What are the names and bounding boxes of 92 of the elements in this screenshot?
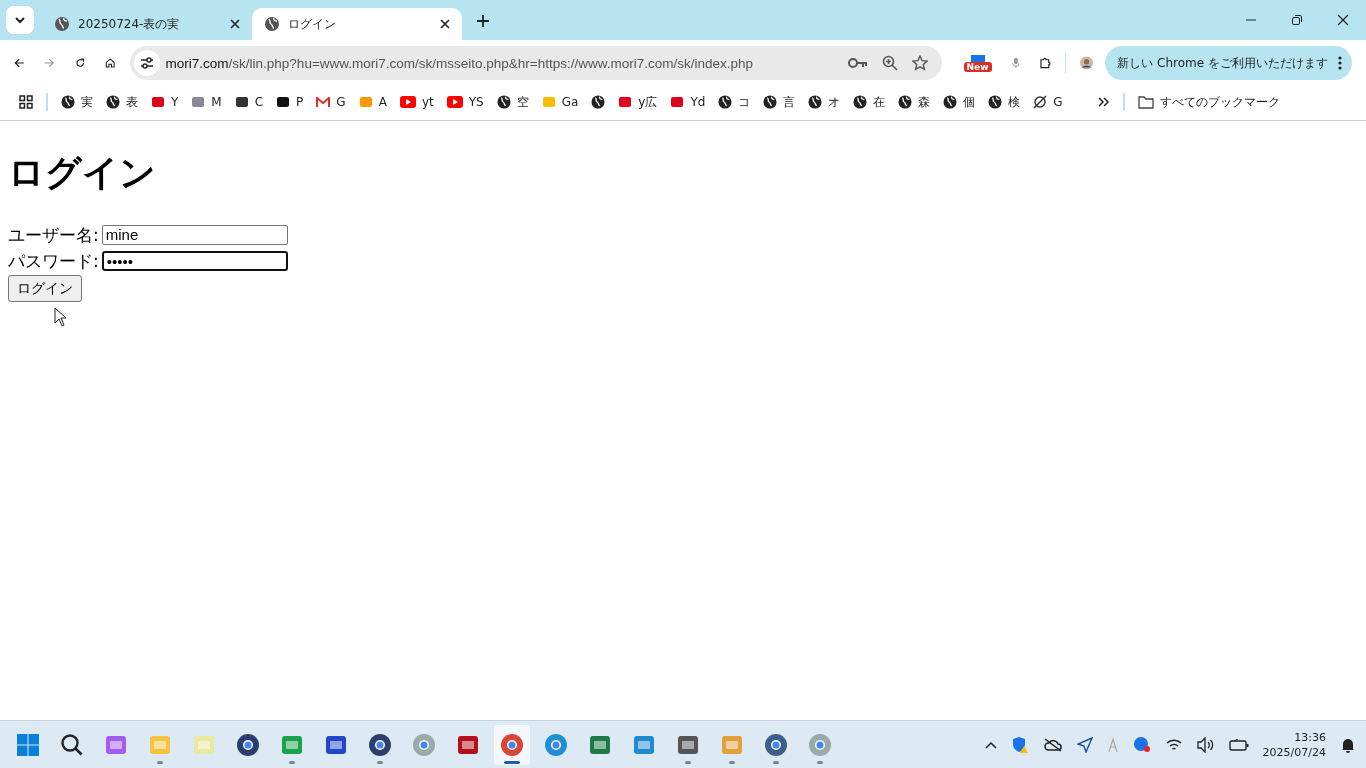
browser-tab[interactable]: 20250724-表の実 bbox=[42, 8, 252, 40]
tab-search-button[interactable] bbox=[6, 6, 34, 34]
globe-icon bbox=[61, 95, 75, 109]
bookmark-item[interactable]: yt bbox=[399, 95, 434, 109]
bookmark-item[interactable]: 言 bbox=[763, 93, 796, 111]
bookmark-item[interactable]: 実 bbox=[61, 93, 93, 111]
bookmark-item[interactable]: C bbox=[234, 95, 264, 109]
clock[interactable]: 13:36 2025/07/24 bbox=[1262, 729, 1326, 760]
new-tab-icon[interactable] bbox=[476, 14, 490, 28]
username-field[interactable]: mine bbox=[101, 225, 288, 246]
url-text: mori7.com/sk/lin.php?hu=www.mori7.com/sk/msseito.php&hr=https://www.mori7.com/sk/index.php bbox=[165, 55, 755, 71]
globe-icon bbox=[106, 95, 120, 109]
bookmark-item[interactable]: Ga bbox=[541, 95, 579, 109]
all-bookmarks-folder[interactable]: すべてのブックマーク bbox=[1137, 93, 1280, 111]
globe-icon bbox=[264, 16, 280, 32]
bookmark-item[interactable]: P bbox=[276, 95, 304, 109]
browser-tab[interactable]: ログイン bbox=[252, 8, 462, 40]
chevron-up-icon[interactable] bbox=[984, 740, 997, 749]
site-info-icon[interactable] bbox=[133, 50, 160, 76]
windows-logo-icon bbox=[16, 732, 40, 757]
cloud-off-icon[interactable] bbox=[1042, 737, 1063, 752]
bookmark-item[interactable]: G bbox=[316, 95, 346, 109]
envelope-icon bbox=[316, 96, 331, 108]
globe-icon bbox=[591, 95, 606, 109]
key-icon[interactable] bbox=[847, 57, 868, 69]
chevrons-icon[interactable] bbox=[1097, 97, 1110, 107]
more-icon[interactable] bbox=[1338, 56, 1342, 70]
bookmark-icon bbox=[358, 95, 373, 109]
globe-icon bbox=[496, 95, 511, 109]
search-icon bbox=[60, 732, 84, 757]
bell-icon[interactable] bbox=[1340, 736, 1356, 753]
bookmark-item[interactable]: y広 bbox=[618, 93, 658, 111]
bookmark-item[interactable]: Y bbox=[151, 95, 179, 109]
extension-button[interactable]: New bbox=[963, 54, 992, 72]
bookmark-item[interactable]: 在 bbox=[853, 93, 886, 111]
password-field[interactable]: ••••• bbox=[101, 251, 288, 272]
globe-icon bbox=[898, 95, 913, 109]
speaker-icon[interactable] bbox=[1196, 736, 1215, 753]
bookmark-item[interactable]: G bbox=[1033, 95, 1063, 109]
bookmark-icon bbox=[191, 95, 206, 109]
login-button[interactable]: ログイン bbox=[8, 275, 82, 303]
bookmark-icon bbox=[151, 95, 165, 109]
new-badge: New bbox=[963, 62, 992, 72]
bookmark-item[interactable]: A bbox=[358, 95, 387, 109]
bookmark-item[interactable] bbox=[591, 95, 606, 109]
update-text: 新しい Chrome をご利用いただけます bbox=[1117, 54, 1328, 72]
bookmark-item[interactable]: オ bbox=[808, 93, 841, 111]
password-label: パスワード: bbox=[8, 249, 99, 273]
bookmark-item[interactable]: 表 bbox=[106, 93, 138, 111]
bookmark-item[interactable]: 空 bbox=[496, 93, 529, 111]
update-chrome-button[interactable]: 新しい Chrome をご利用いただけます bbox=[1105, 46, 1352, 80]
bookmark-item[interactable]: 森 bbox=[898, 93, 931, 111]
star-icon[interactable] bbox=[911, 55, 928, 71]
close-icon[interactable] bbox=[230, 19, 240, 29]
navigation-arrow-icon[interactable] bbox=[1076, 736, 1093, 753]
bookmark-icon bbox=[276, 95, 291, 109]
close-icon[interactable] bbox=[1337, 14, 1349, 26]
date-text: 2025/07/24 bbox=[1262, 744, 1326, 760]
globe-icon bbox=[808, 95, 823, 109]
globe-icon bbox=[853, 95, 868, 109]
globe-icon bbox=[988, 95, 1003, 109]
close-icon[interactable] bbox=[440, 19, 450, 29]
bookmark-item[interactable]: コ bbox=[718, 93, 751, 111]
username-label: ユーザー名: bbox=[8, 223, 99, 247]
apps-grid-icon[interactable] bbox=[19, 95, 33, 109]
bookmark-item[interactable]: YS bbox=[446, 95, 484, 109]
bookmark-icon bbox=[234, 95, 249, 109]
address-bar[interactable]: mori7.com/sk/lin.php?hu=www.mori7.com/sk/msseito.php&hr=https://www.mori7.com/sk/index.php bbox=[129, 46, 942, 80]
play-icon bbox=[446, 96, 463, 108]
globe-icon bbox=[718, 95, 733, 109]
bookmark-item[interactable]: M bbox=[191, 95, 222, 109]
bookmark-item[interactable]: Yd bbox=[670, 95, 706, 109]
bookmark-icon bbox=[670, 95, 685, 109]
globe-icon bbox=[54, 16, 70, 32]
bookmark-item[interactable]: 検 bbox=[988, 93, 1021, 111]
globe-icon bbox=[763, 95, 778, 109]
page-heading: ログイン bbox=[8, 151, 157, 195]
restore-icon[interactable] bbox=[1291, 14, 1303, 26]
bookmark-icon bbox=[541, 95, 556, 109]
globe-icon bbox=[943, 95, 958, 109]
time-text: 13:36 bbox=[1294, 729, 1326, 745]
taskbar-button[interactable] bbox=[494, 724, 530, 765]
bookmark-item[interactable]: 個 bbox=[943, 93, 976, 111]
chevron-down-icon bbox=[14, 14, 26, 26]
bookmark-icon bbox=[618, 95, 633, 109]
slashed-circle-icon bbox=[1033, 95, 1048, 109]
profile-badge-icon[interactable] bbox=[1132, 735, 1151, 754]
battery-icon[interactable] bbox=[1228, 738, 1249, 751]
zoom-icon[interactable] bbox=[881, 55, 898, 71]
play-icon bbox=[399, 96, 416, 108]
shield-warning-icon[interactable] bbox=[1010, 735, 1029, 754]
mouse-pointer-icon bbox=[54, 307, 67, 327]
